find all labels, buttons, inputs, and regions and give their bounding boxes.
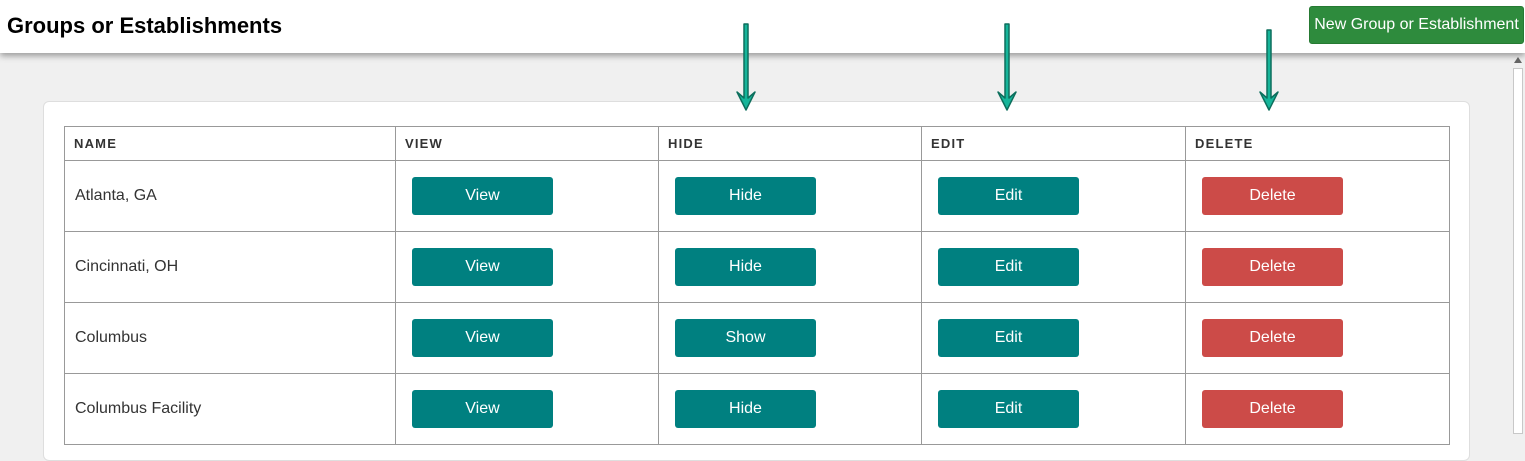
edit-button[interactable]: Edit: [938, 390, 1079, 428]
column-header-edit: EDIT: [921, 126, 1186, 161]
hide-cell: Hide: [658, 160, 922, 232]
row-name: Cincinnati, OH: [64, 231, 396, 303]
view-cell: View: [395, 160, 659, 232]
table-header-row: NAME VIEW HIDE EDIT DELETE: [64, 126, 1450, 161]
delete-button[interactable]: Delete: [1202, 248, 1343, 286]
view-cell: View: [395, 302, 659, 374]
scrollbar[interactable]: [1511, 53, 1525, 434]
delete-button[interactable]: Delete: [1202, 390, 1343, 428]
groups-table: NAME VIEW HIDE EDIT DELETE Atlanta, GA V…: [64, 126, 1450, 445]
arrow-down-icon: [1259, 29, 1279, 111]
row-name: Atlanta, GA: [64, 160, 396, 232]
table-row: Cincinnati, OH View Hide Edit Delete: [64, 231, 1450, 303]
header-bar: Groups or Establishments New Group or Es…: [0, 0, 1525, 53]
delete-cell: Delete: [1185, 302, 1450, 374]
delete-button[interactable]: Delete: [1202, 319, 1343, 357]
view-button[interactable]: View: [412, 319, 553, 357]
view-button[interactable]: View: [412, 390, 553, 428]
delete-cell: Delete: [1185, 231, 1450, 303]
new-group-button[interactable]: New Group or Establishment: [1309, 6, 1524, 44]
edit-cell: Edit: [921, 160, 1186, 232]
table-row: Columbus View Show Edit Delete: [64, 302, 1450, 374]
row-name: Columbus: [64, 302, 396, 374]
edit-button[interactable]: Edit: [938, 319, 1079, 357]
show-button[interactable]: Show: [675, 319, 816, 357]
arrow-down-icon: [736, 23, 756, 111]
column-header-view: VIEW: [395, 126, 659, 161]
edit-cell: Edit: [921, 302, 1186, 374]
view-cell: View: [395, 231, 659, 303]
edit-button[interactable]: Edit: [938, 248, 1079, 286]
delete-button[interactable]: Delete: [1202, 177, 1343, 215]
hide-button[interactable]: Hide: [675, 248, 816, 286]
edit-cell: Edit: [921, 231, 1186, 303]
page-title: Groups or Establishments: [7, 13, 283, 38]
edit-button[interactable]: Edit: [938, 177, 1079, 215]
hide-cell: Hide: [658, 231, 922, 303]
column-header-name: NAME: [64, 126, 396, 161]
hide-button[interactable]: Hide: [675, 177, 816, 215]
table-row: Atlanta, GA View Hide Edit Delete: [64, 160, 1450, 232]
column-header-delete: DELETE: [1185, 126, 1450, 161]
arrow-down-icon: [997, 23, 1017, 111]
hide-button[interactable]: Hide: [675, 390, 816, 428]
view-button[interactable]: View: [412, 248, 553, 286]
view-button[interactable]: View: [412, 177, 553, 215]
column-header-hide: HIDE: [658, 126, 922, 161]
delete-cell: Delete: [1185, 160, 1450, 232]
scroll-up-icon[interactable]: [1514, 57, 1522, 63]
hide-cell: Show: [658, 302, 922, 374]
scroll-thumb[interactable]: [1513, 68, 1523, 434]
